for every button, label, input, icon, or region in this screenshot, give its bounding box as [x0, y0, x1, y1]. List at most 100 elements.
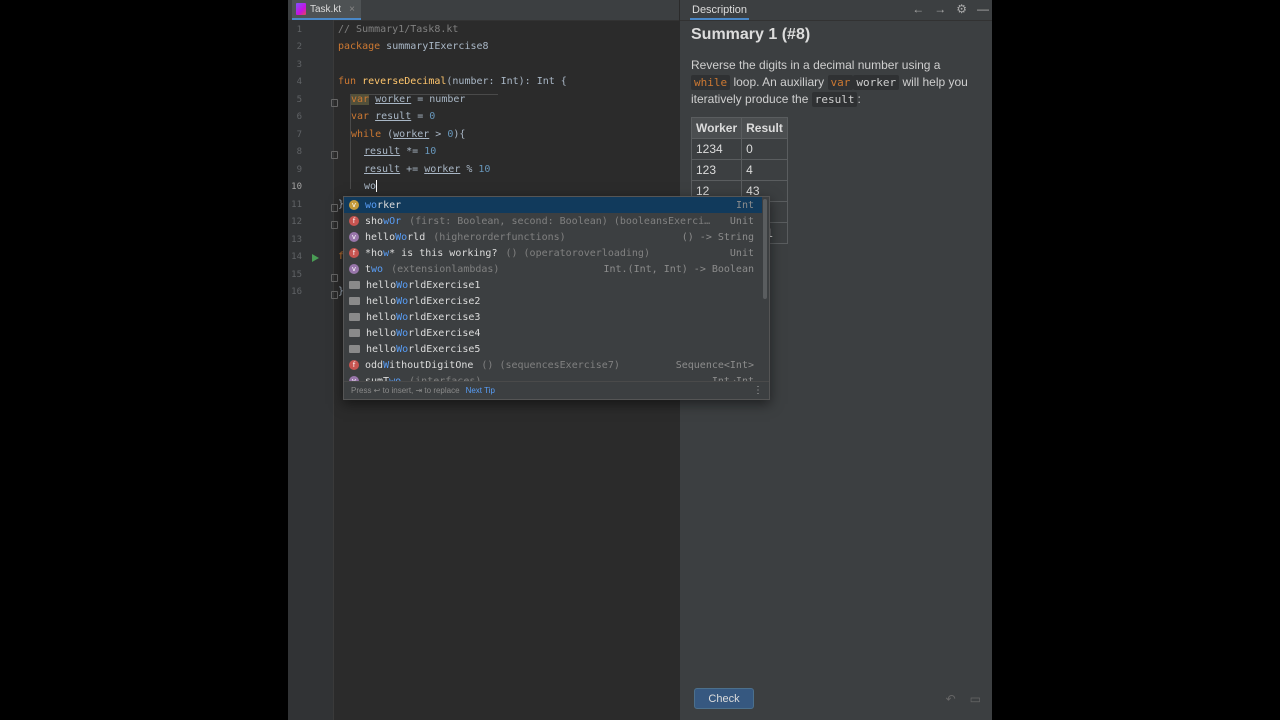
code-typed-text: wo — [364, 181, 377, 192]
completion-detail: (higherorderfunctions) — [433, 231, 566, 243]
variable-icon: v — [349, 232, 359, 242]
code-variable: worker — [393, 129, 430, 140]
completion-type: Int — [735, 199, 754, 211]
completion-detail: () (sequencesExercise7) — [481, 359, 620, 371]
completion-name: two — [365, 263, 384, 275]
completion-type: Unit — [729, 247, 754, 259]
fold-icon[interactable] — [331, 151, 338, 159]
tab-description[interactable]: Description — [690, 0, 750, 20]
completion-item[interactable]: helloWorldExercise3 — [344, 309, 762, 325]
completion-type: Int.(Int, Int) -> Boolean — [603, 263, 754, 275]
fold-icon[interactable] — [331, 291, 338, 299]
fold-icon[interactable] — [331, 99, 338, 107]
completion-name: worker — [365, 199, 402, 211]
completion-detail: (extensionlambdas) — [391, 263, 500, 275]
fold-icon[interactable] — [331, 274, 338, 282]
inline-code: worker — [853, 74, 900, 90]
code-variable: result — [364, 164, 401, 175]
check-button[interactable]: Check — [694, 688, 754, 709]
text-cursor — [376, 180, 378, 192]
run-icon[interactable] — [312, 254, 319, 262]
completion-name: helloWorldExercise4 — [366, 327, 481, 339]
completion-item[interactable]: f showOr (first: Boolean, second: Boolean)… — [344, 213, 762, 229]
table-cell: 1234 — [690, 138, 743, 160]
inline-code: var — [827, 74, 854, 90]
undo-icon[interactable]: ↶ — [946, 692, 956, 706]
desc-text: : — [857, 92, 861, 106]
completion-name: showOr — [365, 215, 402, 227]
gear-icon[interactable]: ⚙ — [956, 2, 967, 16]
arrow-left-icon[interactable]: ← — [912, 2, 924, 16]
arrow-right-icon[interactable]: → — [934, 2, 946, 16]
code-variable: worker — [375, 94, 412, 105]
desc-text: Reverse the digits in a decimal number u… — [691, 58, 941, 72]
table-cell: 0 — [741, 138, 788, 160]
task-description: Reverse the digits in a decimal number u… — [691, 57, 981, 109]
completion-item[interactable]: helloWorldExercise2 — [344, 293, 762, 309]
code-text: % — [460, 164, 479, 175]
package-icon — [349, 297, 360, 305]
code-text: summaryIExercise8 — [380, 41, 489, 52]
desc-text: loop. An auxiliary — [730, 74, 828, 89]
completion-item[interactable]: v two (extensionlambdas) Int.(Int, Int) -> … — [344, 261, 762, 277]
line-gutter: 1 2 3 4 5 6 7 8 9 10 11 12 13 14 15 16 — [288, 20, 338, 720]
popup-menu-icon[interactable]: ⋮ — [753, 385, 763, 396]
inline-code: while — [691, 74, 731, 90]
table-cell: 123 — [690, 159, 743, 181]
completion-item[interactable]: helloWorldExercise1 — [344, 277, 762, 293]
code-variable: worker — [424, 164, 461, 175]
completion-item[interactable]: v worker Int — [344, 197, 762, 213]
completion-item[interactable]: helloWorldExercise4 — [344, 325, 762, 341]
completion-name: helloWorld — [365, 231, 426, 243]
package-icon — [349, 313, 360, 321]
completion-detail: () (operatoroverloading) — [505, 247, 650, 259]
code-keyword: fun — [338, 76, 357, 87]
next-tip-link[interactable]: Next Tip — [466, 386, 495, 395]
line-number: 1 — [296, 25, 302, 35]
code-keyword: package — [338, 41, 381, 52]
column-header: Result — [741, 117, 788, 139]
line-number: 15 — [291, 270, 302, 280]
code-keyword: var — [351, 94, 370, 105]
footer-hint: Press ↩ to insert, ⇥ to replace — [351, 386, 460, 395]
bottom-toolbar: ↶ ▭ — [946, 692, 981, 706]
completion-name: helloWorldExercise1 — [366, 279, 481, 291]
code-keyword: var — [351, 111, 370, 122]
variable-icon: v — [349, 200, 359, 210]
package-icon — [349, 345, 360, 353]
code-text: ( — [381, 129, 394, 140]
line-number: 12 — [291, 217, 302, 227]
completion-type: () -> String — [681, 231, 754, 243]
fold-icon[interactable] — [331, 221, 338, 229]
table-cell: 4 — [741, 159, 788, 181]
minimize-icon[interactable]: — — [977, 2, 989, 16]
completion-name: helloWorldExercise2 — [366, 295, 481, 307]
code-number: 0 — [429, 111, 436, 122]
code-text: > — [429, 129, 448, 140]
function-icon: f — [349, 360, 359, 370]
completion-popup[interactable]: v worker Int f showOr (first: Boolean, second… — [343, 196, 770, 400]
popup-scrollbar[interactable] — [763, 199, 767, 299]
line-number: 9 — [296, 165, 302, 175]
line-number: 7 — [296, 130, 302, 140]
tab-task-kt[interactable]: Task.kt × — [292, 0, 361, 20]
line-number: 2 — [296, 42, 302, 52]
package-icon — [349, 329, 360, 337]
comment-icon[interactable]: ▭ — [970, 692, 981, 706]
completion-item[interactable]: f oddWithoutDigitOne () (sequencesExercise… — [344, 357, 762, 373]
completion-type: Unit — [729, 215, 754, 227]
completion-item[interactable]: helloWorldExercise5 — [344, 341, 762, 357]
code-text: += — [400, 164, 425, 175]
line-number: 8 — [296, 147, 302, 157]
tab-label: Task.kt — [310, 3, 342, 15]
inline-code: result — [811, 92, 858, 107]
completion-item[interactable]: f *how* is this working? () (operatoroverl… — [344, 245, 762, 261]
fold-icon[interactable] — [331, 204, 338, 212]
variable-icon: v — [349, 264, 359, 274]
function-icon: f — [349, 248, 359, 258]
completion-item[interactable]: v helloWorld (higherorderfunctions) () -> S… — [344, 229, 762, 245]
column-header: Worker — [690, 117, 743, 139]
table-header-row: Worker Result — [690, 117, 788, 139]
code-text: = number — [411, 94, 466, 105]
close-icon[interactable]: × — [349, 4, 355, 15]
